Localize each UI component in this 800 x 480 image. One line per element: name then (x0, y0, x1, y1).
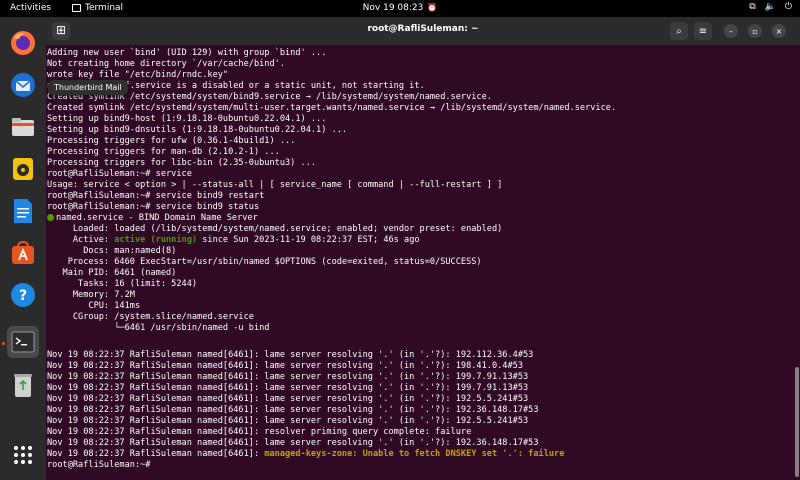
terminal-line: Processing triggers for man-db (2.10.2-1… (47, 147, 280, 157)
search-icon: ⌕ (676, 25, 682, 37)
warning-message: managed-keys-zone: Unable to fetch DNSKE… (264, 449, 565, 459)
log-line: Nov 19 08:22:37 RafliSuleman named[6461]… (47, 438, 539, 448)
top-bar: Activities Terminal Nov 19 08:23 ⏰ ⧉ 🔈 ⏻ (0, 0, 800, 17)
terminal-line: Main PID: 6461 (named) (47, 268, 177, 278)
search-button[interactable]: ⌕ (670, 22, 688, 40)
terminal-line: Setting up bind9-host (1:9.18.18-0ubuntu… (47, 114, 327, 124)
minimize-button[interactable]: – (724, 24, 738, 38)
service-header-text: named.service - BIND Domain Name Server (56, 213, 258, 223)
terminal-line: Process: 6460 ExecStart=/usr/sbin/named … (47, 257, 482, 267)
prompt-line[interactable]: root@RafliSuleman:~# (47, 460, 156, 471)
terminal-line: Tasks: 16 (limit: 5244) (47, 279, 198, 289)
volume-icon: 🔈 (764, 2, 776, 12)
log-line: Nov 19 08:22:37 RafliSuleman named[6461]… (47, 372, 529, 382)
dock-tooltip: Thunderbird Mail (48, 80, 128, 95)
active-since: since Sun 2023-11-19 08:22:37 EST; 46s a… (197, 235, 420, 245)
activities-button[interactable]: Activities (10, 3, 51, 13)
terminal-line: CPU: 141ms (47, 301, 141, 311)
terminal-window: ⊞ root@RafliSuleman: ~ ⌕ ≡ – ▫ × Adding … (46, 17, 800, 480)
terminal-line: Not creating home directory `/var/cache/… (47, 59, 285, 69)
service-header-line: named.service - BIND Domain Name Server (47, 213, 258, 224)
firefox-icon (11, 31, 35, 55)
show-apps-button[interactable] (7, 439, 39, 471)
log-line: Nov 19 08:22:37 RafliSuleman named[6461]… (47, 350, 534, 360)
log-line: Nov 19 08:22:37 RafliSuleman named[6461]… (47, 383, 529, 393)
terminal-icon (11, 331, 35, 353)
network-icon: ⧉ (749, 2, 756, 12)
hamburger-icon: ≡ (698, 25, 708, 37)
terminal-line: Loaded: loaded (/lib/systemd/system/name… (47, 224, 503, 234)
clock[interactable]: Nov 19 08:23 (363, 3, 424, 13)
window-titlebar[interactable]: ⊞ root@RafliSuleman: ~ ⌕ ≡ – ▫ × (46, 17, 800, 45)
terminal-line: root@RafliSuleman:~# service (47, 169, 192, 179)
log-line: Nov 19 08:22:37 RafliSuleman named[6461]… (47, 427, 472, 437)
terminal-line: Created symlink /etc/systemd/system/mult… (47, 103, 617, 113)
terminal-running-dot (2, 342, 5, 345)
thunderbird-launcher[interactable] (7, 69, 39, 101)
log-line: Nov 19 08:22:37 RafliSuleman named[6461]… (47, 405, 539, 415)
close-button[interactable]: × (772, 24, 786, 38)
log-prefix: Nov 19 08:22:37 RafliSuleman named[6461]… (47, 449, 265, 459)
status-dot-icon (47, 214, 54, 221)
warning-log-line: Nov 19 08:22:37 RafliSuleman named[6461]… (47, 449, 564, 460)
new-tab-icon: ⊞ (55, 23, 67, 37)
new-tab-button[interactable]: ⊞ (52, 22, 70, 40)
terminal-line: Processing triggers for ufw (0.36.1-4bui… (47, 136, 296, 146)
maximize-icon: ▫ (752, 26, 758, 36)
log-line: Nov 19 08:22:37 RafliSuleman named[6461]… (47, 416, 529, 426)
terminal-line: Processing triggers for libc-bin (2.35-0… (47, 158, 317, 168)
files-launcher[interactable] (7, 111, 39, 143)
alarm-icon: ⏰ (427, 3, 438, 12)
folder-icon (12, 118, 34, 136)
dock: ? (0, 17, 46, 480)
svg-text:?: ? (19, 288, 27, 304)
trash-icon (14, 374, 32, 397)
maximize-button[interactable]: ▫ (748, 24, 762, 38)
terminal-line: root@RafliSuleman:~# service bind9 statu… (47, 202, 260, 212)
app-center-launcher[interactable] (7, 237, 39, 269)
terminal-small-icon (72, 4, 81, 12)
firefox-launcher[interactable] (7, 27, 39, 59)
speaker-icon (13, 158, 33, 180)
terminal-scrollbar[interactable] (795, 367, 799, 477)
terminal-line: Adding new user `bind' (UID 129) with gr… (47, 48, 327, 58)
terminal-line: Docs: man:named(8) (47, 246, 177, 256)
log-line: Nov 19 08:22:37 RafliSuleman named[6461]… (47, 394, 529, 404)
terminal-line: root@RafliSuleman:~# service bind9 resta… (47, 191, 265, 201)
rhythmbox-launcher[interactable] (7, 153, 39, 185)
minimize-icon: – (729, 26, 733, 36)
app-menu-label: Terminal (85, 3, 124, 13)
log-line: Nov 19 08:22:37 RafliSuleman named[6461]… (47, 361, 523, 371)
terminal-launcher[interactable] (7, 326, 39, 358)
help-launcher[interactable]: ? (7, 279, 39, 311)
app-menu[interactable]: Terminal (72, 3, 123, 13)
terminal-output[interactable]: Adding new user `bind' (UID 129) with gr… (46, 45, 800, 480)
terminal-line: └─6461 /usr/sbin/named -u bind (47, 323, 270, 333)
terminal-line: Memory: 7.2M (47, 290, 135, 300)
help-icon: ? (11, 283, 35, 307)
terminal-line: Usage: service < option > | --status-all… (47, 180, 503, 190)
writer-launcher[interactable] (7, 195, 39, 227)
app-grid-icon (14, 446, 32, 464)
terminal-line: CGroup: /system.slice/named.service (47, 312, 254, 322)
app-center-icon (12, 240, 34, 264)
active-label: Active: (47, 235, 115, 245)
trash-launcher[interactable] (7, 369, 39, 401)
system-tray[interactable]: ⧉ 🔈 ⏻ (749, 2, 792, 12)
power-icon: ⏻ (784, 2, 792, 12)
close-icon: × (775, 26, 783, 36)
thunderbird-icon (11, 73, 35, 97)
terminal-line: Setting up bind9-dnsutils (1:9.18.18-0ub… (47, 125, 348, 135)
active-status-value: active (running) (114, 235, 198, 245)
active-status-line: Active: active (running) since Sun 2023-… (47, 235, 420, 246)
menu-button[interactable]: ≡ (694, 22, 712, 40)
document-icon (14, 199, 32, 223)
